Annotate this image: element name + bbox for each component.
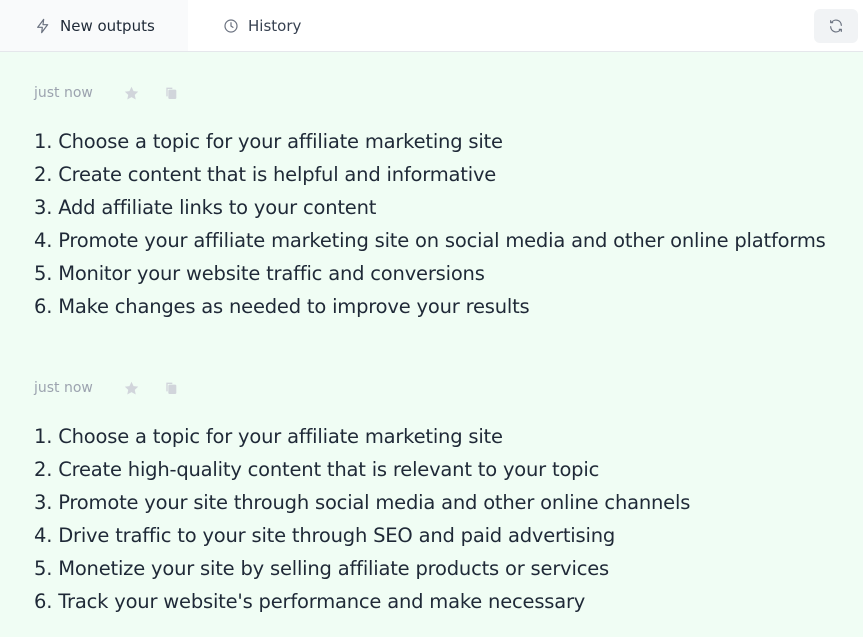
tab-new-outputs[interactable]: New outputs — [0, 0, 188, 51]
output-card: just now 1. Choose a topic for your affi… — [34, 377, 863, 618]
output-meta: just now — [34, 82, 863, 104]
clock-icon — [222, 17, 240, 35]
output-text: 1. Choose a topic for your affiliate mar… — [34, 420, 863, 618]
output-text: 1. Choose a topic for your affiliate mar… — [34, 125, 863, 323]
copy-icon[interactable] — [162, 84, 180, 102]
refresh-button[interactable] — [814, 9, 858, 43]
output-line: 3. Promote your site through social medi… — [34, 491, 691, 514]
timestamp: just now — [34, 380, 93, 396]
refresh-icon — [828, 18, 844, 34]
output-line: 2. Create content that is helpful and in… — [34, 163, 497, 186]
output-line: 2. Create high-quality content that is r… — [34, 458, 600, 481]
output-line: 1. Choose a topic for your affiliate mar… — [34, 425, 503, 448]
output-line: 4. Promote your affiliate marketing site… — [34, 229, 826, 252]
output-card: just now 1. Choose a topic for your affi… — [34, 82, 863, 323]
output-line: 6. Make changes as needed to improve you… — [34, 295, 530, 318]
output-line: 6. Track your website's performance and … — [34, 590, 586, 613]
star-icon[interactable] — [122, 84, 140, 102]
lightning-icon — [34, 17, 52, 35]
top-bar: New outputs History — [0, 0, 863, 52]
star-icon[interactable] — [122, 379, 140, 397]
output-line: 5. Monetize your site by selling affilia… — [34, 557, 609, 580]
output-line: 1. Choose a topic for your affiliate mar… — [34, 130, 503, 153]
output-line: 4. Drive traffic to your site through SE… — [34, 524, 616, 547]
output-meta: just now — [34, 377, 863, 399]
tab-label: History — [248, 16, 302, 35]
output-line: 3. Add affiliate links to your content — [34, 196, 377, 219]
tab-history[interactable]: History — [222, 0, 342, 51]
output-line: 5. Monitor your website traffic and conv… — [34, 262, 485, 285]
tab-label: New outputs — [60, 16, 155, 35]
copy-icon[interactable] — [162, 379, 180, 397]
timestamp: just now — [34, 85, 93, 101]
